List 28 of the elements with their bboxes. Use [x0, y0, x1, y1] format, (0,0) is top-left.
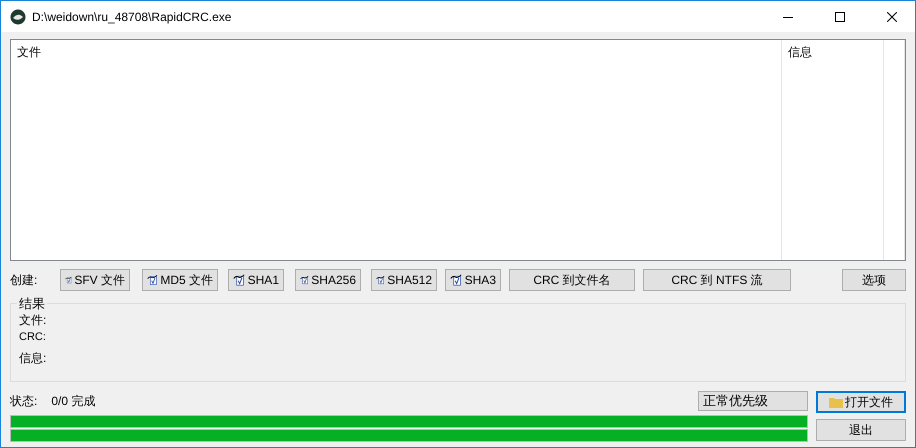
result-label: 信息:: [19, 350, 48, 366]
status-text: 0/0 完成: [51, 392, 96, 410]
maximize-icon[interactable]: [835, 12, 845, 22]
create-button[interactable]: MD5 文件: [142, 269, 218, 292]
close-icon[interactable]: [887, 12, 897, 22]
create-button[interactable]: SHA256: [295, 269, 361, 292]
checksum-icon: [450, 272, 463, 288]
create-button[interactable]: SHA3: [445, 269, 501, 292]
create-button[interactable]: SFV 文件: [60, 269, 130, 292]
create-label: 创建:: [10, 272, 38, 289]
create-button[interactable]: SHA1: [228, 269, 284, 292]
create-button[interactable]: CRC 到 NTFS 流: [643, 269, 791, 292]
create-button[interactable]: SHA512: [371, 269, 437, 292]
priority-dropdown[interactable]: 正常优先级: [698, 391, 808, 411]
file-list[interactable]: 文件 信息: [10, 39, 906, 262]
column-header[interactable]: 文件: [17, 45, 41, 59]
app-icon: [10, 8, 26, 24]
result-label: 文件:: [19, 312, 48, 328]
open-file-button[interactable]: 打开文件: [816, 391, 906, 413]
result-label: CRC:: [19, 331, 47, 346]
checksum-icon: [233, 272, 246, 288]
exit-button[interactable]: 退出: [816, 419, 906, 441]
options-button[interactable]: 选项: [842, 269, 906, 292]
folder-icon: [829, 396, 843, 408]
status-label: 状态:: [10, 392, 38, 410]
window-title: D:\weidown\ru_48708\RapidCRC.exe: [32, 10, 232, 24]
column-header[interactable]: 信息: [788, 45, 812, 59]
create-button[interactable]: CRC 到文件名: [509, 269, 635, 292]
